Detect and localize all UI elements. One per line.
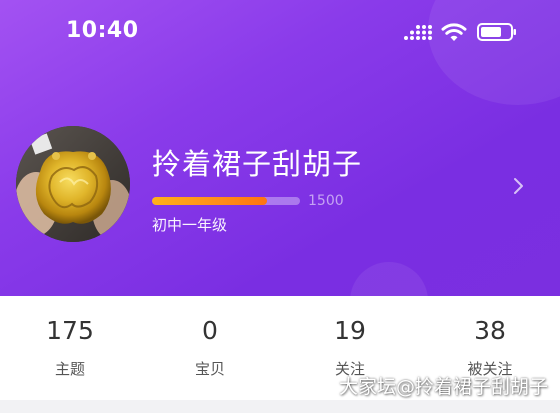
wifi-icon (441, 23, 467, 41)
signal-bars-icon (404, 25, 432, 40)
stat-items[interactable]: 0 宝贝 (140, 296, 280, 400)
decorative-circle (350, 262, 428, 296)
status-time: 10:40 (66, 18, 139, 43)
stat-label: 主题 (54, 360, 85, 378)
avatar[interactable] (16, 126, 130, 242)
decorative-circle (428, 0, 560, 105)
level-label: 初中一年级 (152, 216, 228, 234)
gold-lock-pendant-photo (16, 126, 130, 242)
stat-value: 0 (202, 316, 218, 345)
username: 拎着裙子刮胡子 (152, 147, 363, 181)
level-progress-bar (152, 197, 300, 205)
battery-icon (477, 23, 516, 41)
watermark: 大家坛@拎着裙子刮胡子 (338, 376, 548, 398)
stat-label: 宝贝 (194, 360, 225, 378)
stat-value: 175 (46, 316, 94, 345)
stat-value: 19 (334, 316, 366, 345)
chevron-right-icon[interactable] (512, 176, 526, 196)
stat-value: 38 (474, 316, 506, 345)
level-progress-fill (152, 197, 268, 205)
level-progress-value: 1500 (308, 193, 344, 209)
stat-topics[interactable]: 175 主题 (0, 296, 140, 400)
profile-header: 10:40 拎着裙子刮胡子 1500 初中一年级 (0, 0, 560, 296)
